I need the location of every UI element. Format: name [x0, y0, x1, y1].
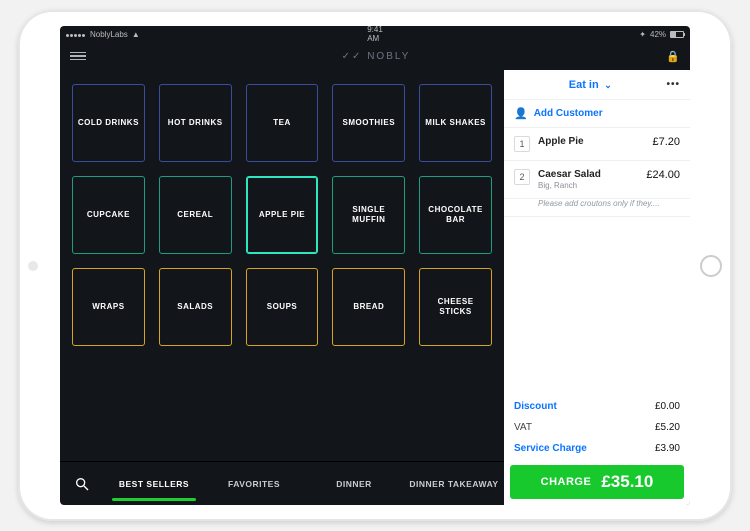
category-tab[interactable]: BEST SELLERS [104, 462, 204, 505]
chevron-down-icon: ⌄ [602, 80, 612, 90]
bluetooth-icon: ✦ [639, 30, 646, 39]
product-tile[interactable]: CHEESE STICKS [419, 268, 492, 346]
discount-value: £0.00 [655, 401, 680, 412]
line-qty: 2 [514, 169, 530, 185]
charge-button[interactable]: CHARGE £35.10 [510, 465, 684, 499]
product-tile[interactable]: CHOCOLATE BAR [419, 176, 492, 254]
service-charge-button[interactable]: Service Charge [514, 443, 587, 454]
product-tile[interactable]: CEREAL [159, 176, 232, 254]
ipad-camera [28, 261, 38, 271]
wifi-icon: ▲ [132, 30, 140, 39]
product-tile-label: MILK SHAKES [425, 118, 486, 128]
product-tile-label: CUPCAKE [87, 210, 130, 220]
menu-button[interactable] [70, 52, 86, 61]
product-tile[interactable]: CUPCAKE [72, 176, 145, 254]
cart-more-button[interactable]: ••• [666, 79, 680, 90]
product-tile-label: CEREAL [177, 210, 213, 220]
discount-button[interactable]: Discount [514, 401, 557, 412]
line-mods: Big, Ranch [538, 181, 638, 190]
cart-lines: 1 Apple Pie £7.20 2 Caesar SaladBig, Ranch £2… [504, 128, 690, 199]
line-price: £7.20 [652, 136, 680, 148]
cart-panel: Eat in ⌄ ••• 👤 Add Customer 1 Apple Pie £7… [504, 70, 690, 505]
person-icon: 👤 [514, 107, 528, 120]
product-tile-label: SOUPS [267, 302, 298, 312]
signal-icon [66, 30, 86, 39]
product-tile[interactable]: APPLE PIE [246, 176, 319, 254]
product-tile[interactable]: SMOOTHIES [332, 84, 405, 162]
product-tile[interactable]: SOUPS [246, 268, 319, 346]
product-tile-label: WRAPS [92, 302, 124, 312]
product-tile[interactable]: WRAPS [72, 268, 145, 346]
category-tab[interactable]: FAVORITES [204, 462, 304, 505]
carrier-label: NoblyLabs [90, 30, 128, 39]
totals: Discount £0.00 VAT £5.20 Service Charge £3.… [504, 392, 690, 465]
search-button[interactable] [60, 462, 104, 505]
status-bar: NoblyLabs ▲ 9:41 AM ✦ 42% [60, 26, 690, 42]
category-tab[interactable]: DINNER TAKEAWAY [404, 462, 504, 505]
vat-label: VAT [514, 422, 532, 433]
product-tile-label: BREAD [353, 302, 384, 312]
product-tile[interactable]: HOT DRINKS [159, 84, 232, 162]
line-name: Apple Pie [538, 136, 644, 147]
vat-value: £5.20 [655, 422, 680, 433]
lock-icon[interactable]: 🔒 [666, 50, 680, 63]
order-mode-selector[interactable]: Eat in ⌄ [514, 79, 666, 91]
bottom-bar: BEST SELLERSFAVORITESDINNERDINNER TAKEAW… [60, 461, 504, 505]
add-customer-label: Add Customer [534, 108, 603, 119]
battery-pct: 42% [650, 30, 666, 39]
line-qty: 1 [514, 136, 530, 152]
service-charge-value: £3.90 [655, 443, 680, 454]
product-tile[interactable]: SALADS [159, 268, 232, 346]
product-tile-label: TEA [273, 118, 291, 128]
product-tile-label: COLD DRINKS [78, 118, 139, 128]
product-tile-label: HOT DRINKS [168, 118, 223, 128]
product-tile[interactable]: BREAD [332, 268, 405, 346]
app-screen: NoblyLabs ▲ 9:41 AM ✦ 42% ✓✓ NOBLY 🔒 COL… [60, 26, 690, 505]
ipad-home-button[interactable] [700, 255, 722, 277]
line-name: Caesar Salad [538, 169, 638, 180]
category-tab[interactable]: DINNER [304, 462, 404, 505]
product-tile[interactable]: COLD DRINKS [72, 84, 145, 162]
line-price: £24.00 [646, 169, 680, 181]
product-grid: COLD DRINKS HOT DRINKS TEA SMOOTHIES MILK SH… [60, 70, 504, 461]
app-header: ✓✓ NOBLY 🔒 [60, 42, 690, 70]
status-time: 9:41 AM [367, 26, 383, 43]
product-tile-label: SALADS [177, 302, 213, 312]
line-note: Please add croutons only if they.... [504, 199, 690, 217]
ipad-frame: NoblyLabs ▲ 9:41 AM ✦ 42% ✓✓ NOBLY 🔒 COL… [18, 10, 732, 521]
search-icon [74, 476, 90, 492]
charge-label: CHARGE [541, 476, 592, 488]
product-tile[interactable]: MILK SHAKES [419, 84, 492, 162]
product-tile-label: CHOCOLATE BAR [424, 205, 487, 224]
product-tile-label: SINGLE MUFFIN [337, 205, 400, 224]
add-customer-button[interactable]: 👤 Add Customer [504, 100, 690, 128]
product-tile-label: APPLE PIE [259, 210, 305, 220]
product-tile[interactable]: SINGLE MUFFIN [332, 176, 405, 254]
brand-logo: ✓✓ NOBLY [86, 51, 666, 62]
battery-icon [670, 31, 684, 38]
cart-line[interactable]: 1 Apple Pie £7.20 [504, 128, 690, 161]
product-tile[interactable]: TEA [246, 84, 319, 162]
cart-line[interactable]: 2 Caesar SaladBig, Ranch £24.00 [504, 161, 690, 199]
product-tile-label: CHEESE STICKS [424, 297, 487, 316]
catalog-panel: COLD DRINKS HOT DRINKS TEA SMOOTHIES MILK SH… [60, 70, 504, 505]
category-tabs: BEST SELLERSFAVORITESDINNERDINNER TAKEAW… [104, 462, 504, 505]
product-tile-label: SMOOTHIES [343, 118, 396, 128]
charge-amount: £35.10 [601, 472, 653, 492]
